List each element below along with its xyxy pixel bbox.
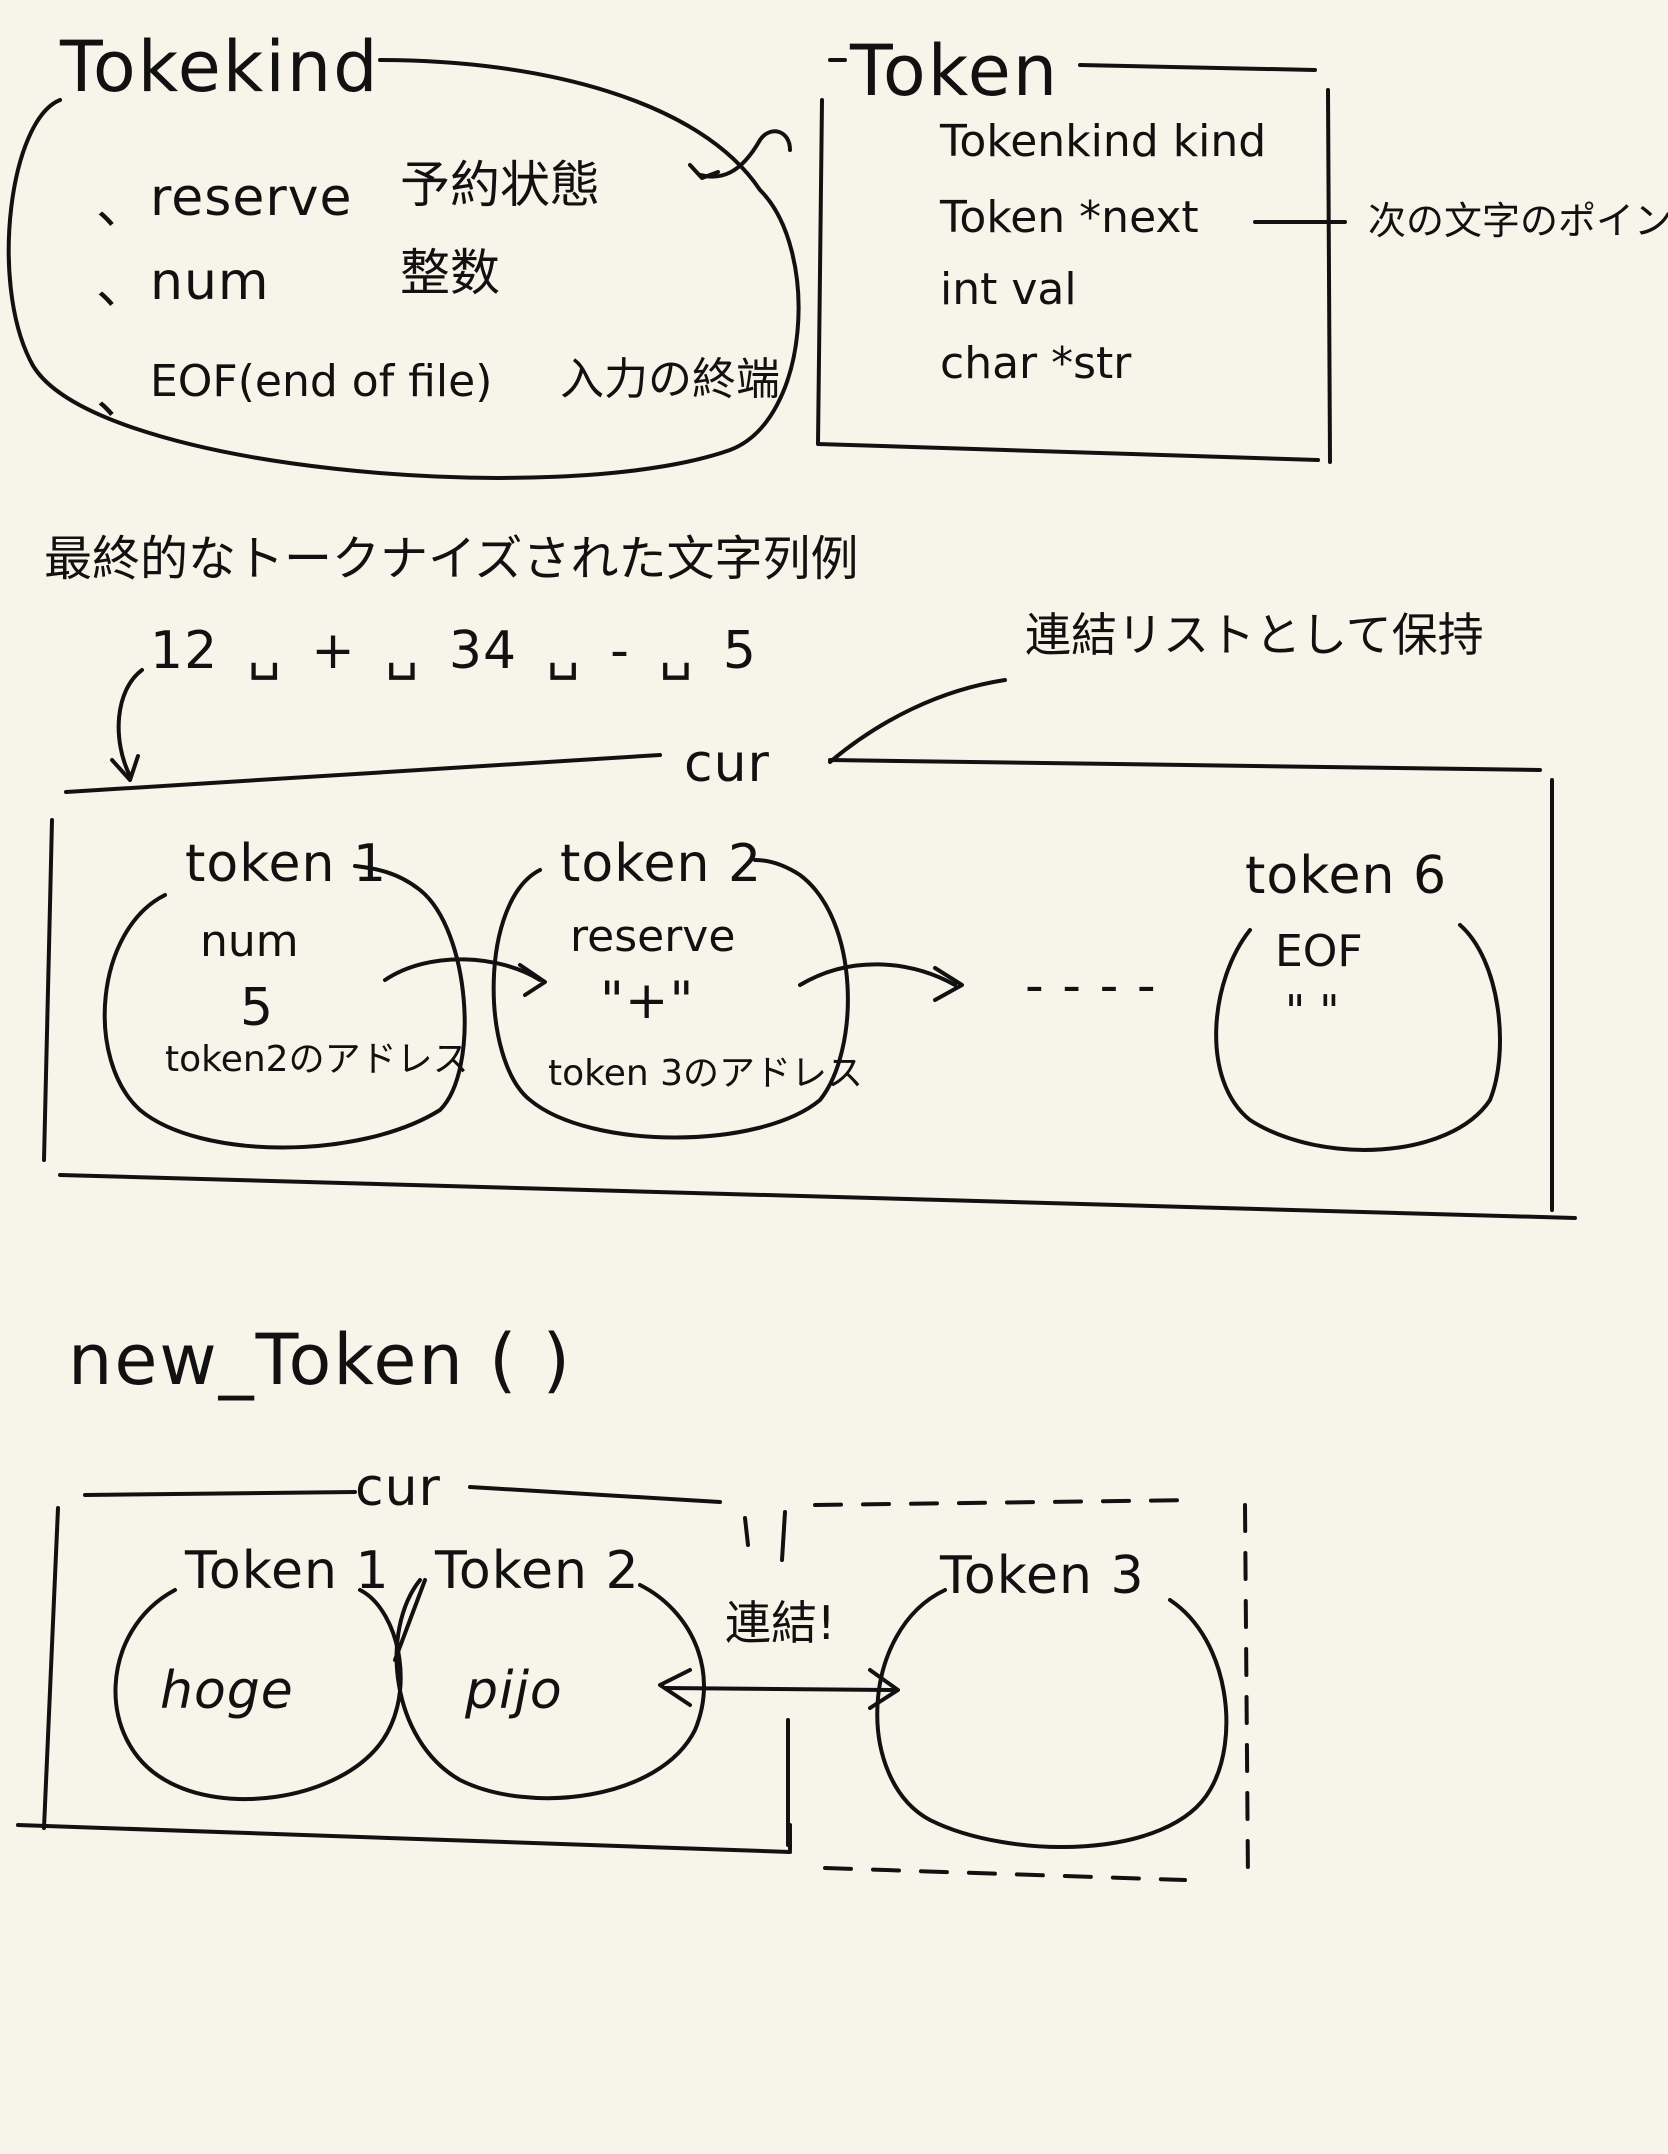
link-arrow-line	[663, 1686, 897, 1692]
tokenkind-bullet-1: 、	[96, 176, 150, 236]
token2-next-address: token 3のアドレス	[548, 1053, 864, 1094]
token-field-str: char *str	[940, 338, 1132, 389]
tokenkind-name-eof: EOF(end of file)	[150, 356, 493, 407]
arrow-token1-to-2-head	[518, 963, 547, 997]
new-token3-title: Token 3	[940, 1546, 1145, 1606]
token2-title: token 2	[560, 834, 763, 894]
tokenkind-bullet-3: 、	[96, 366, 150, 426]
token6-kind: EOF	[1275, 926, 1363, 977]
arrow-token2-to-next-head	[933, 966, 964, 1002]
token1-circle	[102, 864, 467, 1150]
link-arrow-tick	[743, 1516, 750, 1547]
cur-label-bottom: cur	[355, 1458, 441, 1518]
tokenkind-desc-eof: 入力の終端	[560, 354, 780, 405]
new-token1-title: Token 1	[185, 1541, 390, 1601]
example-heading: 最終的なトークナイズされた文字列例	[44, 531, 859, 587]
new-token3-circle	[875, 1588, 1229, 1850]
token2-kind: reserve	[570, 911, 736, 962]
token1-value: 5	[240, 978, 275, 1038]
token2-value: "+"	[600, 971, 695, 1031]
tokenkind-name-reserve: reserve	[150, 168, 353, 228]
newtoken-box	[16, 1485, 792, 1854]
token-field-kind: Tokenkind kind	[940, 116, 1267, 167]
token1-kind: num	[200, 916, 299, 967]
linked-note-line	[828, 678, 1007, 764]
token6-title: token 6	[1245, 846, 1448, 906]
link-label: 連結!	[725, 1596, 836, 1650]
arrow-token2-to-next	[798, 962, 957, 987]
new-token1-value: hoge	[160, 1661, 294, 1721]
tokenkind-title: Tokekind	[60, 26, 380, 108]
new-token2-value: pijo	[465, 1661, 563, 1721]
tokenkind-desc-num: 整数	[400, 244, 500, 302]
tokens-ellipsis: - - - -	[1025, 956, 1157, 1016]
new-token2-title: Token 2	[435, 1541, 640, 1601]
new-token-heading: new_Token ( )	[68, 1319, 572, 1401]
token1-next-address: token2のアドレス	[165, 1039, 469, 1080]
cur-label-top: cur	[684, 734, 770, 794]
token6-value: " "	[1285, 986, 1340, 1037]
example-expression: 12 ␣ + ␣ 34 ␣ - ␣ 5	[150, 621, 758, 681]
token-struct-title: Token	[850, 30, 1060, 112]
token-field-val: int val	[940, 264, 1077, 315]
token1-title: token 1	[185, 834, 388, 894]
next-pointer-note: 次の文字のポインタ	[1368, 199, 1668, 243]
tokenkind-desc-reserve: 予約状態	[400, 156, 600, 214]
tokenkind-bullet-2: 、	[96, 256, 150, 316]
tokenkind-name-num: num	[150, 252, 270, 312]
linked-list-note: 連結リストとして保持	[1025, 608, 1484, 662]
token-field-next: Token *next	[940, 192, 1199, 243]
